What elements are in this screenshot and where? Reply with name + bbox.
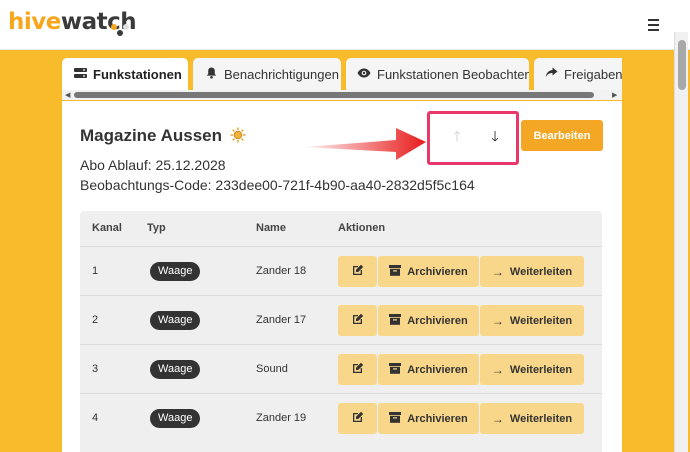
logo-dots-icon [111, 24, 131, 44]
annotation-arrow-icon [304, 128, 426, 160]
edit-icon [352, 411, 364, 426]
edit-icon [352, 264, 364, 279]
abo-expiry: Abo Ablauf: 25.12.2028 [80, 157, 226, 173]
forward-label: Weiterleiten [509, 265, 573, 278]
arrow-right-icon: → [491, 362, 504, 377]
edit-button[interactable] [338, 354, 377, 385]
header-name: Name [256, 222, 286, 234]
header-kanal: Kanal [92, 222, 122, 234]
station-title-text: Magazine Aussen [80, 126, 223, 145]
archive-label: Archivieren [407, 412, 468, 425]
tabs-scrollbar[interactable]: ◀ ▶ [62, 90, 622, 100]
table-row: 1 Waage Zander 18 Archivieren → Weiterlei… [80, 246, 602, 295]
cell-kanal: 2 [92, 314, 99, 326]
edit-icon [352, 362, 364, 377]
cell-kanal: 3 [92, 363, 99, 375]
archive-button[interactable]: Archivieren [378, 403, 479, 434]
forward-label: Weiterleiten [509, 363, 573, 376]
edit-button[interactable] [338, 305, 377, 336]
archive-button[interactable]: Archivieren [378, 354, 479, 385]
tab-funkstationen-beobachten[interactable]: Funkstationen Beobachten [346, 58, 529, 90]
bearbeiten-button[interactable]: Bearbeiten [521, 120, 603, 151]
forward-label: Weiterleiten [509, 314, 573, 327]
tab-label: Freigaben [564, 66, 622, 82]
arrow-down-icon[interactable]: 🡓 [486, 126, 504, 146]
arrow-up-icon[interactable]: 🡑 [448, 126, 466, 146]
forward-button[interactable]: → Weiterleiten [480, 403, 584, 434]
cell-name: Zander 17 [256, 314, 307, 326]
archive-icon [389, 411, 402, 426]
eye-icon [357, 67, 371, 81]
radio-station-icon [73, 67, 87, 82]
tab-label: Funkstationen [93, 66, 182, 82]
annotation-highlight-box [427, 111, 519, 165]
forward-button[interactable]: → Weiterleiten [480, 354, 584, 385]
table-row: 3 Waage Sound Archivieren → Weiterleiten [80, 344, 602, 393]
channel-table: Kanal Typ Name Aktionen 1 Waage Zander 1… [80, 211, 602, 452]
archive-label: Archivieren [407, 363, 468, 376]
cell-name: Zander 18 [256, 265, 307, 277]
edit-button[interactable] [338, 403, 377, 434]
table-header: Kanal Typ Name Aktionen [80, 211, 602, 246]
forward-button[interactable]: → Weiterleiten [480, 256, 584, 287]
archive-button[interactable]: Archivieren [378, 256, 479, 287]
cell-name: Zander 19 [256, 412, 307, 424]
observation-code: Beobachtungs-Code: 233dee00-721f-4b90-aa… [80, 177, 475, 193]
scroll-right-icon[interactable]: ▶ [612, 91, 617, 99]
arrow-right-icon: → [491, 411, 504, 426]
archive-label: Archivieren [407, 314, 468, 327]
tab-label: Benachrichtigungen [224, 66, 339, 82]
edit-button[interactable] [338, 256, 377, 287]
type-badge: Waage [150, 311, 201, 330]
tab-freigaben[interactable]: Freigaben [534, 58, 622, 90]
tab-label: Funkstationen Beobachten [377, 66, 529, 82]
archive-icon [389, 362, 402, 377]
type-badge: Waage [150, 409, 201, 428]
header-typ: Typ [147, 222, 166, 234]
station-title: Magazine Aussen [80, 126, 246, 146]
table-row: 4 Waage Zander 19 Archivieren → Weiterlei… [80, 393, 602, 442]
scroll-left-icon[interactable]: ◀ [65, 91, 70, 99]
edit-icon [352, 313, 364, 328]
archive-button[interactable]: Archivieren [378, 305, 479, 336]
archive-icon [389, 264, 402, 279]
hamburger-menu-icon[interactable] [644, 15, 664, 35]
arrow-right-icon: → [491, 264, 504, 279]
header-aktionen: Aktionen [338, 222, 386, 234]
forward-label: Weiterleiten [509, 412, 573, 425]
cell-kanal: 4 [92, 412, 99, 424]
top-navbar: hivewatch [0, 0, 690, 50]
archive-icon [389, 313, 402, 328]
page-scrollbar-thumb[interactable] [678, 40, 686, 90]
cell-name: Sound [256, 363, 288, 375]
page-scrollbar[interactable] [674, 32, 688, 452]
type-badge: Waage [150, 262, 201, 281]
tabs-scrollbar-thumb[interactable] [74, 92, 594, 98]
share-icon [545, 67, 558, 81]
forward-button[interactable]: → Weiterleiten [480, 305, 584, 336]
arrow-right-icon: → [491, 313, 504, 328]
table-row: 2 Waage Zander 17 Archivieren → Weiterlei… [80, 295, 602, 344]
tab-bar: Funkstationen Benachrichtigungen Funksta… [62, 58, 622, 90]
logo-text-hive: hive [8, 9, 61, 35]
archive-label: Archivieren [407, 265, 468, 278]
tab-benachrichtigungen[interactable]: Benachrichtigungen [193, 58, 341, 90]
tab-funkstationen[interactable]: Funkstationen [62, 58, 188, 90]
sun-icon [226, 127, 246, 145]
cell-kanal: 1 [92, 265, 99, 277]
bell-icon [204, 67, 218, 82]
type-badge: Waage [150, 360, 201, 379]
